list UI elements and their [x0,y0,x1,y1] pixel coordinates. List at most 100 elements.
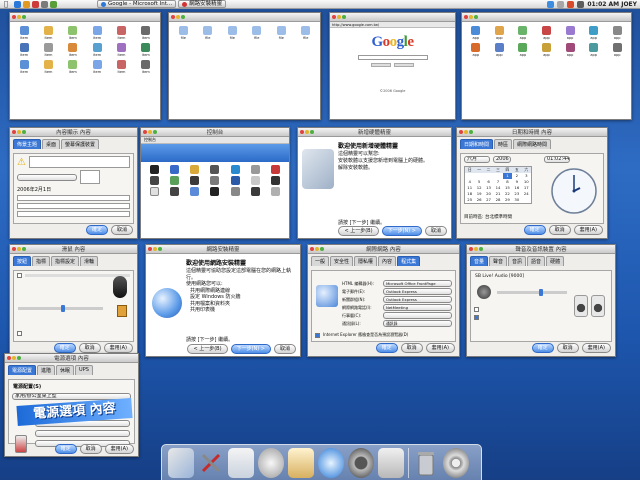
apple-menu-icon[interactable]:  [0,0,12,8]
tools-dock-icon[interactable] [198,448,224,478]
file-icon[interactable]: item [136,43,156,57]
app-icon[interactable]: app [560,26,580,40]
app-icon[interactable]: app [466,43,486,57]
cp-icon[interactable] [246,187,264,196]
email-select[interactable]: Outlook Express [383,288,452,295]
finder-window-3[interactable]: app app app app app app app app app app … [461,12,632,120]
file-icon[interactable]: item [111,43,131,57]
ok-button[interactable]: 確定 [531,343,554,353]
apply-button[interactable]: 套用(A) [573,225,603,235]
file-icon[interactable]: item [63,60,83,74]
tab-audio[interactable]: 音訊 [508,256,527,266]
app-icon[interactable]: app [513,43,533,57]
tab-security[interactable]: 安全性 [330,256,354,266]
add-hardware-wizard-window[interactable]: 新增硬體精靈 歡迎使用新增硬體精靈 這個精靈可以幫您: 安裝軟體以支援您新增到電… [297,127,452,239]
file-icon[interactable]: item [87,43,107,57]
tab-programs[interactable]: 程式集 [397,256,421,266]
tab-general[interactable]: 一般 [311,256,330,266]
volume-tray-icon[interactable] [557,1,565,8]
internet-properties-window[interactable]: 網際網路 內容 一般 安全性 隱私權 內容 程式集 HTML 編輯器(H): Mi… [307,244,460,357]
tab-internet-time[interactable]: 網際網路時間 [513,139,552,149]
file-icon[interactable]: item [87,60,107,74]
finder-dock-icon[interactable] [168,448,194,478]
file-icon[interactable]: file [271,26,292,40]
apply-button[interactable]: 套用(A) [425,343,455,353]
task-netwizard[interactable]: 網路安裝精靈 [178,0,227,8]
disk-timeout-select[interactable] [35,430,130,437]
cancel-button[interactable]: 取消 [424,226,447,236]
tab-pointers[interactable]: 指標 [32,256,51,266]
cp-icon[interactable] [145,187,163,196]
file-icon[interactable]: item [136,60,156,74]
cp-icon[interactable] [206,187,224,196]
app-icon[interactable]: app [584,43,604,57]
cp-icon[interactable] [206,176,224,185]
calendar-day[interactable]: 27 [484,197,493,203]
dashboard-dock-icon[interactable] [443,448,469,478]
calendar-day[interactable]: 29 [503,197,512,203]
control-panel-window[interactable]: 控制台 控制台 [140,127,290,239]
cp-icon[interactable] [267,176,285,185]
tab-content[interactable]: 內容 [378,256,397,266]
search-button[interactable] [371,63,391,67]
folder-quicklaunch-icon[interactable] [23,0,30,8]
app-icon[interactable]: app [490,26,510,40]
safari-dock-icon[interactable] [318,448,344,478]
calendar-day[interactable]: 24 [522,191,531,197]
cp-icon[interactable] [246,165,264,174]
next-button[interactable]: 下一步(N) > [230,344,271,354]
calendar-day[interactable]: 25 [465,197,474,203]
tab-hardware[interactable]: 硬體 [546,256,565,266]
file-icon[interactable]: item [38,26,58,40]
year-spinner[interactable]: 2006 [493,156,511,163]
display-properties-window[interactable]: 內容顯示 內容 佈景主題 桌面 螢幕保護裝置 ⚠ 2006年2月1日 確定 取消 [9,127,138,239]
back-button[interactable]: < 上一步(B) [187,344,228,354]
notes-dock-icon[interactable] [288,448,314,478]
apply-button[interactable]: 套用(A) [104,444,134,454]
finder-window-2[interactable]: file file file file file file [168,12,321,120]
file-icon[interactable]: file [198,26,219,40]
file-icon[interactable]: item [111,26,131,40]
cp-icon[interactable] [165,187,183,196]
cp-icon[interactable] [226,187,244,196]
cancel-button[interactable]: 取消 [110,225,133,235]
trash-dock-icon[interactable] [413,448,439,478]
network-tray-icon[interactable] [547,1,555,8]
ok-button[interactable]: 確定 [375,343,398,353]
address-bar[interactable]: http://www.google.com.tw/ [332,23,379,27]
field-3[interactable] [17,211,130,217]
month-select[interactable]: 六月 [464,156,490,163]
switch-buttons-checkbox[interactable] [17,273,22,278]
tab-screensaver[interactable]: 螢幕保護裝置 [61,139,100,149]
apple-dock-icon[interactable] [258,448,284,478]
browser-window-google[interactable]: http://www.google.com.tw/ Google ©2006 G… [329,12,456,120]
tab-ups[interactable]: UPS [75,365,93,375]
file-icon[interactable]: item [111,60,131,74]
app-icon[interactable]: app [607,26,627,40]
cp-icon[interactable] [267,187,285,196]
security-tray-icon[interactable] [567,1,575,8]
calendar-day[interactable]: 28 [493,197,502,203]
file-icon[interactable]: item [38,43,58,57]
lucky-button[interactable] [394,63,414,67]
cp-icon[interactable] [226,165,244,174]
calendar-day[interactable]: 26 [474,197,483,203]
ok-button[interactable]: 確定 [85,225,108,235]
tab-advanced[interactable]: 進階 [37,365,56,375]
theme-select[interactable] [17,173,77,181]
file-icon[interactable]: item [14,43,34,57]
file-icon[interactable]: item [136,26,156,40]
tab-buttons[interactable]: 按鈕 [13,256,32,266]
calendar-day[interactable]: 30 [512,197,521,203]
mute-checkbox[interactable] [474,307,479,312]
finder-window-1[interactable]: item item item item item item item item … [9,12,161,120]
back-button[interactable]: < 上一步(B) [338,226,379,236]
tab-volume[interactable]: 音量 [470,256,489,266]
cancel-button[interactable]: 取消 [78,343,101,353]
tab-themes[interactable]: 佈景主題 [13,139,42,149]
cancel-button[interactable]: 取消 [548,225,571,235]
tab-sounds[interactable]: 聲音 [489,256,508,266]
cancel-button[interactable]: 取消 [273,344,296,354]
app-icon[interactable]: app [537,43,557,57]
cp-icon[interactable] [145,176,163,185]
